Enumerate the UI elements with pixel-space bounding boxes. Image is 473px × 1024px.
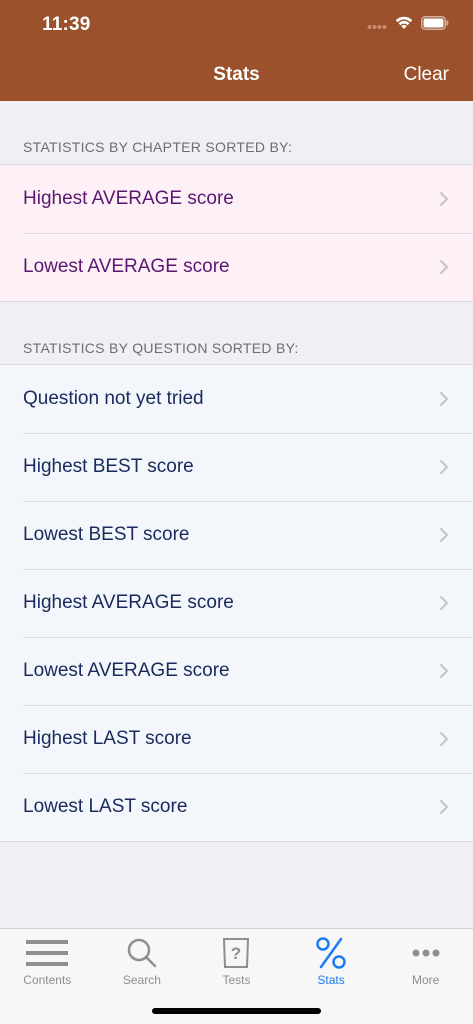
row-label: Lowest LAST score	[23, 796, 188, 817]
tab-label: Tests	[222, 973, 251, 987]
percent-icon	[314, 935, 348, 971]
question-highest-best-row[interactable]: Highest BEST score	[0, 433, 473, 501]
row-label: Question not yet tried	[23, 388, 204, 409]
row-label: Lowest AVERAGE score	[23, 256, 230, 277]
question-lowest-best-row[interactable]: Lowest BEST score	[0, 501, 473, 569]
tab-label: Search	[122, 973, 161, 987]
question-lowest-last-row[interactable]: Lowest LAST score	[0, 773, 473, 841]
row-label: Lowest AVERAGE score	[23, 660, 230, 681]
navigation-header: 11:39 Stats Clear	[0, 0, 473, 101]
chapter-highest-average-row[interactable]: Highest AVERAGE score	[0, 165, 473, 233]
chevron-right-icon	[440, 732, 448, 746]
question-highest-average-row[interactable]: Highest AVERAGE score	[0, 569, 473, 637]
row-label: Highest LAST score	[23, 728, 192, 749]
question-section-header: STATISTICS BY QUESTION SORTED BY:	[23, 340, 299, 356]
chevron-right-icon	[440, 528, 448, 542]
cellular-signal-icon	[367, 17, 387, 35]
tab-label: Stats	[317, 973, 345, 987]
chapter-stats-list: Highest AVERAGE score Lowest AVERAGE sco…	[0, 164, 473, 302]
chevron-right-icon	[440, 392, 448, 406]
chevron-right-icon	[440, 596, 448, 610]
question-lowest-average-row[interactable]: Lowest AVERAGE score	[0, 637, 473, 705]
wifi-icon	[395, 16, 413, 35]
row-label: Highest BEST score	[23, 456, 194, 477]
chevron-right-icon	[440, 664, 448, 678]
question-highest-last-row[interactable]: Highest LAST score	[0, 705, 473, 773]
status-time: 11:39	[42, 14, 91, 35]
tab-label: Contents	[23, 973, 72, 987]
tab-more[interactable]: More	[378, 929, 473, 1024]
row-label: Lowest BEST score	[23, 524, 190, 545]
battery-icon	[421, 16, 449, 35]
question-not-yet-tried-row[interactable]: Question not yet tried	[0, 365, 473, 433]
chapter-lowest-average-row[interactable]: Lowest AVERAGE score	[0, 233, 473, 301]
row-label: Highest AVERAGE score	[23, 188, 234, 209]
home-indicator[interactable]	[152, 1008, 321, 1014]
chevron-right-icon	[440, 800, 448, 814]
chevron-right-icon	[440, 192, 448, 206]
tab-contents[interactable]: Contents	[0, 929, 95, 1024]
row-label: Highest AVERAGE score	[23, 592, 234, 613]
chevron-right-icon	[440, 460, 448, 474]
chevron-right-icon	[440, 260, 448, 274]
more-dots-icon	[411, 935, 441, 971]
list-icon	[25, 935, 69, 971]
search-icon	[126, 935, 158, 971]
question-card-icon: ?	[221, 935, 251, 971]
tab-label: More	[412, 973, 440, 987]
status-icons	[367, 16, 449, 35]
question-stats-list: Question not yet tried Highest BEST scor…	[0, 364, 473, 842]
clear-button[interactable]: Clear	[404, 64, 449, 86]
chapter-section-header: STATISTICS BY CHAPTER SORTED BY:	[23, 139, 293, 155]
page-title: Stats	[213, 64, 260, 85]
stats-screen: 11:39 Stats Clear STATISTICS BY CHAPTER …	[0, 0, 473, 1024]
svg-text:?: ?	[231, 944, 241, 963]
